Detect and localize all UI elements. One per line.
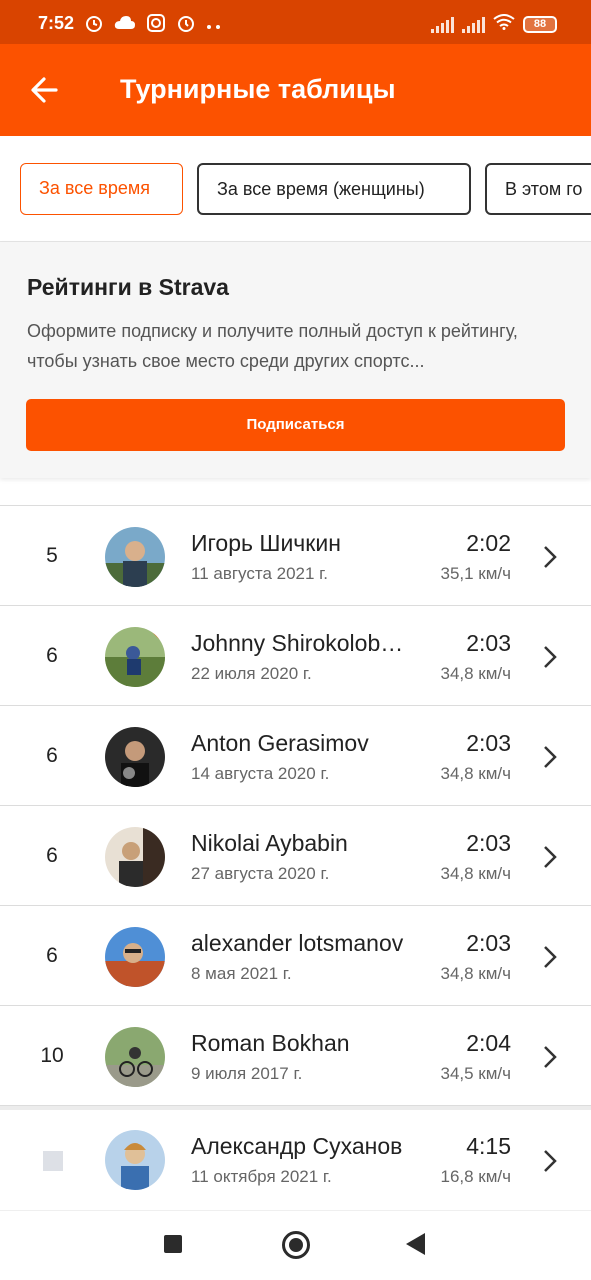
avatar [105,927,165,987]
activity-date: 14 августа 2020 г. [191,764,330,783]
segment-speed: 34,8 км/ч [440,864,511,883]
status-icons [84,13,222,38]
activity-date: 11 октября 2021 г. [191,1167,332,1186]
avatar [105,527,165,587]
filter-all-time[interactable]: За все время [20,163,183,215]
chevron-right-icon [544,846,557,868]
alarm-clock-icon [84,13,104,38]
chevron-right-icon [544,746,557,768]
activity-date: 9 июля 2017 г. [191,1064,303,1083]
subscribe-button[interactable]: Подписаться [26,399,565,451]
page-title: Турнирные таблицы [120,74,396,104]
table-row[interactable]: 6 Anton Gerasimov 14 августа 2020 г. 2:0… [0,706,591,806]
app-bar: Турнирные таблицы [0,44,591,136]
home-circle-icon[interactable] [282,1231,310,1259]
status-time: 7:52 [38,13,75,33]
cloud-icon [114,15,136,36]
filter-this-year[interactable]: В этом го [485,163,591,215]
activity-date: 11 августа 2021 г. [191,564,329,583]
segment-speed: 35,1 км/ч [440,564,511,583]
rank-placeholder [43,1151,63,1171]
athlete-name: Johnny Shirokolob… [191,630,404,656]
leaderboard-list: 5 Игорь Шичкин 11 августа 2021 г. 2:02 3… [0,478,591,1114]
activity-date: 22 июля 2020 г. [191,664,312,683]
athlete-name: Nikolai Aybabin [191,830,348,856]
avatar [105,827,165,887]
rank: 6 [46,644,58,667]
segment-speed: 34,8 км/ч [440,664,511,683]
avatar [105,727,165,787]
status-right: 88 [431,14,557,35]
chevron-right-icon [544,646,557,668]
my-result-row[interactable]: Александр Суханов 11 октября 2021 г. 4:1… [0,1110,591,1210]
chevron-right-icon [544,1046,557,1068]
alarm-icon [176,13,196,38]
rank: 6 [46,844,58,867]
avatar [105,627,165,687]
more-dots-icon [206,17,222,35]
battery-icon: 88 [523,16,557,33]
segment-time: 2:03 [466,630,511,656]
segment-time: 2:03 [466,830,511,856]
promo-text: Оформите подписку и получите полный дост… [27,321,518,371]
back-arrow-icon[interactable] [26,72,66,108]
promo-title: Рейтинги в Strava [27,274,229,300]
segment-speed: 16,8 км/ч [440,1167,511,1186]
segment-time: 2:03 [466,930,511,956]
filter-chips: За все время За все время (женщины) В эт… [0,136,591,242]
table-row[interactable]: 6 alexander lotsmanov 8 мая 2021 г. 2:03… [0,906,591,1006]
segment-time: 2:03 [466,730,511,756]
segment-speed: 34,5 км/ч [440,1064,511,1083]
subscription-promo: Рейтинги в Strava Оформите подписку и по… [0,242,591,478]
system-nav-bar [0,1210,591,1280]
status-bar: 7:52 88 [0,0,591,44]
rank: 10 [40,1044,64,1067]
table-row[interactable]: 6 Nikolai Aybabin 27 августа 2020 г. 2:0… [0,806,591,906]
recents-square-icon[interactable] [164,1235,182,1253]
table-row[interactable]: 5 Игорь Шичкин 11 августа 2021 г. 2:02 3… [0,506,591,606]
signal-icon [462,16,485,33]
filter-all-time-women[interactable]: За все время (женщины) [197,163,471,215]
athlete-name: Игорь Шичкин [191,530,341,556]
chevron-right-icon [544,546,557,568]
segment-speed: 34,8 км/ч [440,764,511,783]
chevron-right-icon [544,946,557,968]
athlete-name: alexander lotsmanov [191,930,404,956]
avatar [105,1130,165,1190]
instagram-icon [146,13,166,38]
segment-speed: 34,8 км/ч [440,964,511,983]
rank: 5 [46,544,58,567]
athlete-name: Anton Gerasimov [191,730,369,756]
table-row[interactable] [0,478,591,506]
segment-time: 2:02 [466,530,511,556]
table-row[interactable]: 6 Johnny Shirokolob… 22 июля 2020 г. 2:0… [0,606,591,706]
athlete-name: Roman Bokhan [191,1030,350,1056]
back-triangle-icon[interactable] [406,1233,425,1255]
athlete-name: Александр Суханов [191,1133,403,1159]
table-row[interactable]: 10 Roman Bokhan 9 июля 2017 г. 2:04 34,5… [0,1006,591,1106]
segment-time: 2:04 [466,1030,511,1056]
wifi-icon [493,14,515,35]
chevron-right-icon [544,1150,557,1172]
rank: 6 [46,744,58,767]
rank: 6 [46,944,58,967]
segment-time: 4:15 [466,1133,511,1159]
activity-date: 8 мая 2021 г. [191,964,292,983]
activity-date: 27 августа 2020 г. [191,864,330,883]
signal-icon [431,16,454,33]
avatar [105,1027,165,1087]
